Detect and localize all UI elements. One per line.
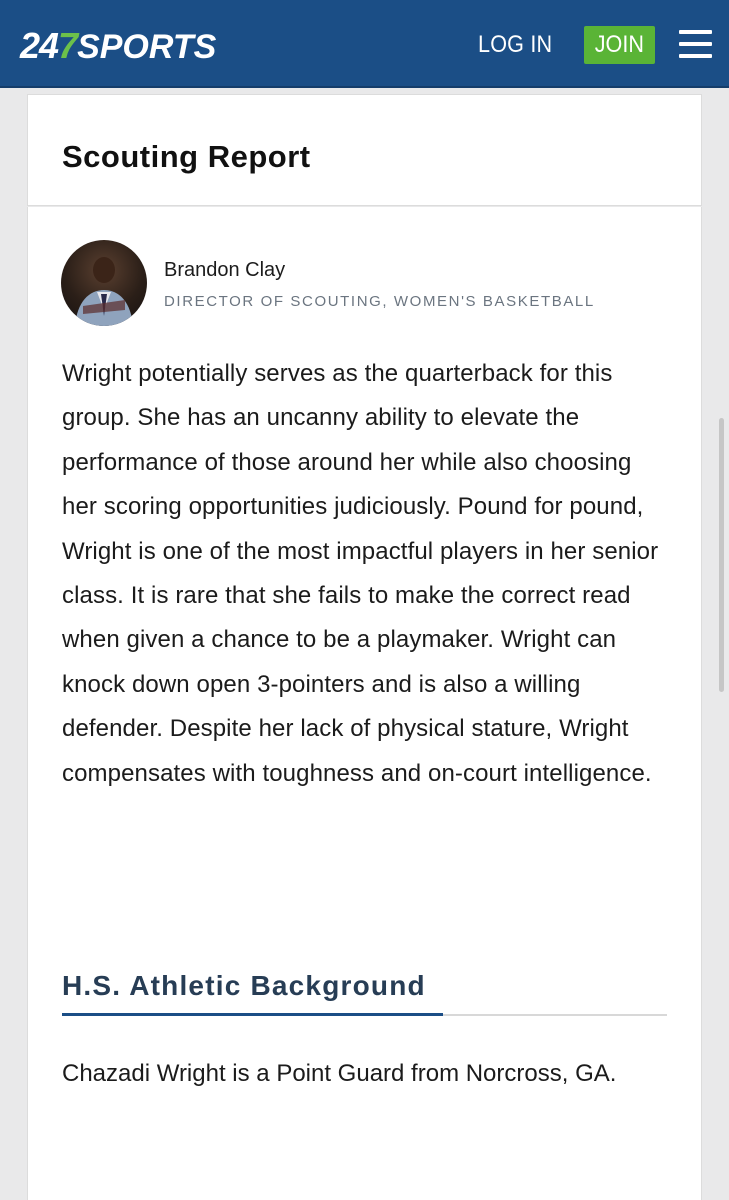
author-photo-icon [75,257,133,326]
athletic-background-text: Chazadi Wright is a Point Guard from Nor… [62,1060,617,1087]
scouting-report-text: Wright potentially serves as the quarter… [62,360,659,787]
author-name[interactable]: Brandon Clay [164,258,285,282]
page-scrollbar[interactable] [719,418,724,692]
author-avatar[interactable] [61,240,147,326]
login-link[interactable]: LOG IN [478,30,552,60]
top-navigation-bar: 247SPORTS LOG IN JOIN [0,0,729,88]
athletic-background-heading: H.S. Athletic Background [62,970,426,1001]
site-logo[interactable]: 247SPORTS [20,26,216,67]
scouting-report-heading: Scouting Report [62,139,311,174]
logo-number: 24 [20,25,59,66]
section-divider-accent [62,1013,443,1016]
join-button-label: JOIN [594,31,645,58]
logo-wordmark: SPORTS [77,28,217,66]
logo-seven: 7 [58,25,78,66]
scouting-report-header-card: Scouting Report [27,94,702,206]
author-title: DIRECTOR OF SCOUTING, WOMEN'S BASKETBALL [164,293,595,310]
join-button[interactable]: JOIN [584,26,655,64]
hamburger-menu-icon[interactable] [679,30,712,58]
